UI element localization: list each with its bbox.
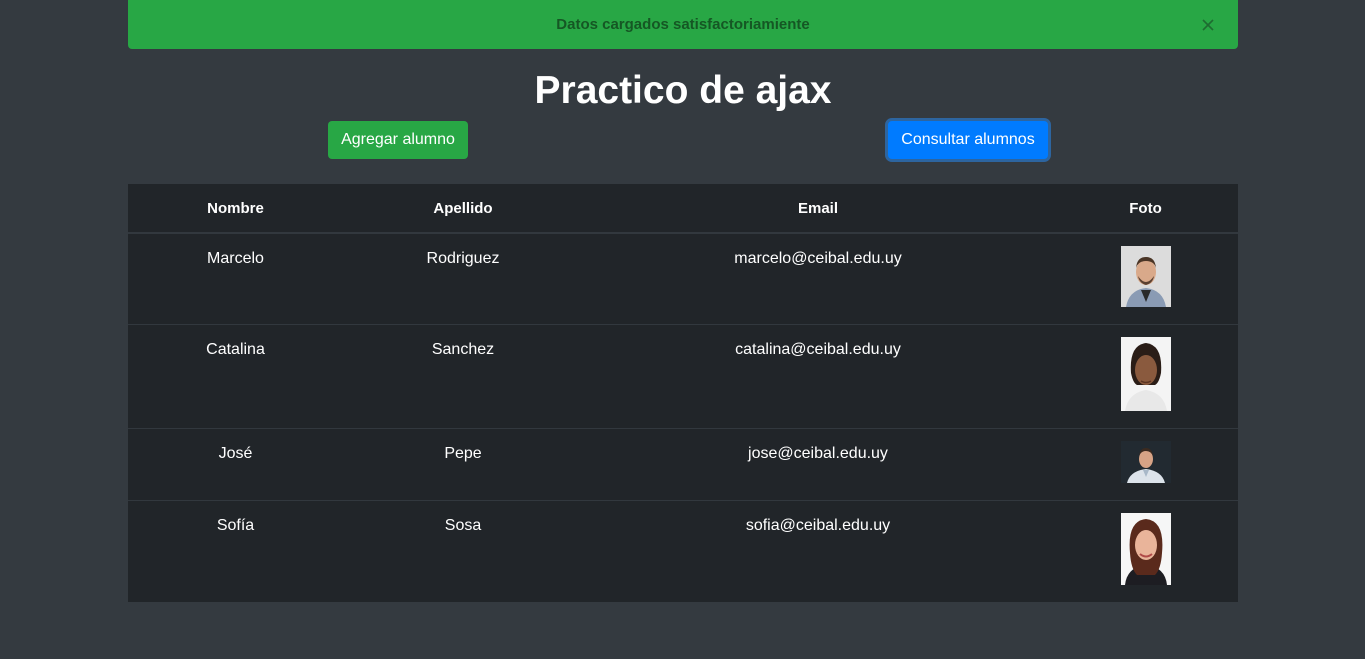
cell-email: catalina@ceibal.edu.uy (583, 324, 1053, 429)
cell-apellido: Pepe (343, 428, 583, 501)
table-row: José Pepe jose@ceibal.edu.uy (128, 428, 1238, 501)
cell-email: jose@ceibal.edu.uy (583, 428, 1053, 501)
cell-apellido: Rodriguez (343, 232, 583, 325)
cell-email: marcelo@ceibal.edu.uy (583, 232, 1053, 325)
add-student-button[interactable]: Agregar alumno (328, 121, 468, 159)
query-students-button[interactable]: Consultar alumnos (888, 121, 1048, 159)
table-row: Sofía Sosa sofia@ceibal.edu.uy (128, 500, 1238, 602)
cell-foto (1053, 232, 1238, 325)
cell-nombre: Sofía (128, 500, 343, 602)
close-icon[interactable] (1200, 17, 1216, 33)
cell-nombre: José (128, 428, 343, 501)
table-row: Marcelo Rodriguez marcelo@ceibal.edu.uy (128, 232, 1238, 325)
header-nombre: Nombre (128, 184, 343, 234)
cell-nombre: Marcelo (128, 232, 343, 325)
students-table: Nombre Apellido Email Foto Marcelo Rodri… (128, 184, 1238, 602)
cell-foto (1053, 324, 1238, 429)
student-photo (1120, 513, 1171, 585)
alert-message: Datos cargados satisfactoriamiente (556, 16, 810, 33)
cell-email: sofia@ceibal.edu.uy (583, 500, 1053, 602)
main-container: Datos cargados satisfactoriamiente Pract… (128, 0, 1238, 602)
student-photo (1120, 441, 1171, 483)
cell-foto (1053, 500, 1238, 602)
cell-nombre: Catalina (128, 324, 343, 429)
cell-apellido: Sosa (343, 500, 583, 602)
student-photo (1120, 337, 1171, 411)
header-foto: Foto (1053, 184, 1238, 234)
header-email: Email (583, 184, 1053, 234)
table-row: Catalina Sanchez catalina@ceibal.edu.uy (128, 324, 1238, 429)
page-title: Practico de ajax (534, 69, 832, 112)
cell-apellido: Sanchez (343, 324, 583, 429)
cell-foto (1053, 428, 1238, 501)
success-alert: Datos cargados satisfactoriamiente (128, 0, 1238, 49)
student-photo (1120, 246, 1171, 307)
header-apellido: Apellido (343, 184, 583, 234)
table-header-row: Nombre Apellido Email Foto (128, 184, 1238, 234)
